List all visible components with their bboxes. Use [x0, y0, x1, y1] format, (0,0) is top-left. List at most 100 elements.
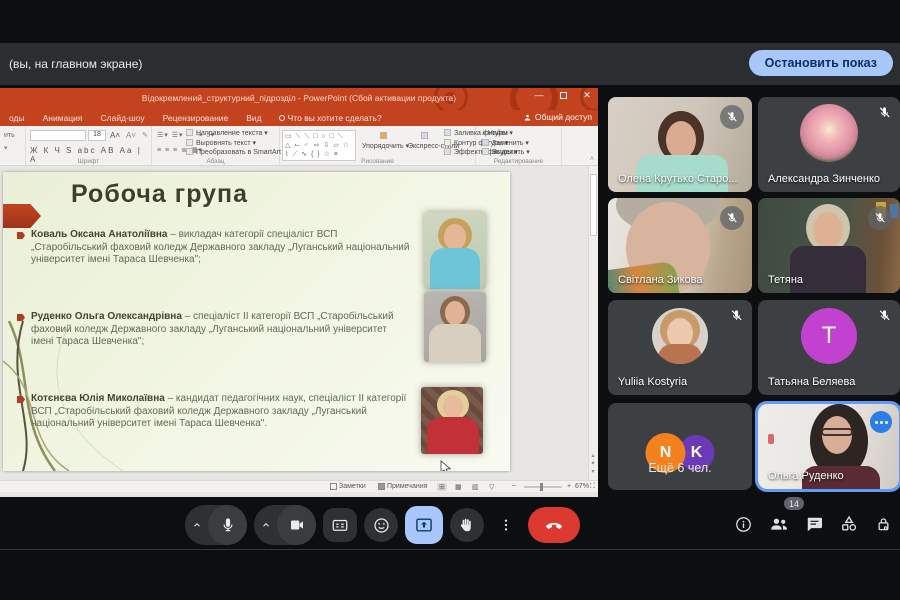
raise-hand-button[interactable]	[450, 508, 484, 542]
grow-font-icon[interactable]: А˄	[110, 131, 120, 140]
camera-button[interactable]	[254, 505, 316, 545]
tab-animation[interactable]: Анимация	[34, 113, 92, 123]
overflow-tile-more-people[interactable]: N K Ещё 6 чел.	[608, 403, 752, 490]
slide-bullet-2: Руденко Ольга Олександрівна – спеціаліст…	[17, 311, 412, 349]
camera-options-chevron[interactable]	[254, 519, 277, 531]
ribbon-tab-bar: оды Анимация Слайд-шоу Рецензирование Ви…	[0, 110, 598, 126]
present-button-active[interactable]	[405, 506, 443, 544]
chat-button[interactable]	[805, 515, 824, 539]
photo-kotenieva	[421, 387, 483, 454]
end-call-icon	[544, 515, 564, 535]
activities-button[interactable]	[839, 514, 859, 539]
vertical-scrollbar[interactable]: ▴✦▾	[588, 166, 598, 480]
shrink-font-icon[interactable]: А˅	[126, 131, 136, 140]
ribbon: ить ▾ 18 А˄ А˅ ✎ Ж К Ч S abc АВ Аа | А Ш…	[0, 126, 598, 166]
stop-presenting-button[interactable]: Остановить показ	[749, 50, 893, 76]
bottom-divider	[0, 549, 900, 550]
mic-off-icon	[729, 308, 744, 323]
participant-name: Татьяна Беляева	[768, 376, 855, 388]
select-button[interactable]: Выделить ▾	[482, 148, 530, 158]
participant-tile-svitlana[interactable]: Світлана Зикова	[608, 198, 752, 293]
host-controls-button[interactable]	[874, 515, 893, 539]
people-icon	[768, 513, 790, 535]
quick-styles-button[interactable]: Экспресс-стили	[408, 132, 444, 151]
minimize-icon[interactable]: —	[532, 90, 546, 101]
mic-button[interactable]	[185, 505, 247, 545]
rose-avatar	[800, 104, 858, 162]
participant-name: Yuliia Kostyria	[618, 376, 687, 388]
powerpoint-titlebar: Відокремлений_структурний_підрозділ - Po…	[0, 88, 598, 110]
mic-off-icon	[868, 206, 892, 230]
participant-tile-yuliia[interactable]: Yuliia Kostyria	[608, 300, 752, 395]
participant-tile-aleksandra[interactable]: Александра Зинченко	[758, 97, 900, 192]
replace-button[interactable]: Заменить ▾	[482, 139, 530, 149]
close-icon[interactable]: ✕	[580, 90, 594, 101]
slide-bullet-1: Коваль Оксана Анатоліївна – викладач кат…	[17, 229, 412, 267]
hand-icon	[458, 516, 476, 534]
meet-window: (вы, на главном экране) Остановить показ…	[0, 0, 900, 600]
arrange-button[interactable]: Упорядочить ▾	[362, 132, 408, 151]
font-name-box[interactable]	[30, 130, 86, 141]
align-text-button[interactable]: Выровнять текст ▾	[186, 139, 286, 149]
font-size-box[interactable]: 18	[88, 130, 106, 141]
shapes-gallery[interactable]: ▭ ⟍ ⟍ □ ○ □ ⟍ △ ⌙ ⌏ ⇨ ⇩ ▱ ☆ ⌇ ⟋ ∿ { } ☆ …	[282, 130, 356, 161]
zoom-in-icon[interactable]: +	[567, 483, 571, 490]
drawing-group: ▭ ⟍ ⟍ □ ○ □ ⟍ △ ⌙ ⌏ ⇨ ⇩ ▱ ☆ ⌇ ⟋ ∿ { } ☆ …	[280, 126, 476, 166]
comments-toggle[interactable]: Примечания	[378, 483, 427, 490]
present-icon	[414, 515, 434, 535]
leave-call-button[interactable]	[528, 507, 580, 543]
camera-icon	[288, 516, 306, 534]
meeting-details-button[interactable]	[734, 515, 753, 539]
photo-rudenko	[424, 292, 486, 362]
tab-transitions-partial[interactable]: оды	[0, 113, 34, 123]
show-people-button[interactable]	[768, 513, 790, 540]
view-reading-icon[interactable]: ▥	[472, 483, 479, 491]
text-direction-button[interactable]: Направление текста ▾	[186, 129, 286, 139]
restore-icon[interactable]	[556, 90, 570, 101]
photo-avatar	[652, 308, 708, 364]
participant-tile-olena[interactable]: Олена Крутько Старо...	[608, 97, 752, 192]
more-people-label: Ещё 6 чел.	[608, 461, 752, 475]
mic-off-icon	[877, 308, 892, 323]
captions-button[interactable]	[323, 508, 357, 542]
collapse-ribbon-icon[interactable]: ˄	[590, 156, 594, 163]
participant-tile-tatiana[interactable]: T Татьяна Беляева	[758, 300, 900, 395]
share-document-button[interactable]: Общий доступ	[523, 112, 592, 122]
participant-name: Світлана Зикова	[618, 274, 703, 286]
clear-format-icon[interactable]: ✎	[142, 131, 148, 139]
ribbon-left-fragment: ить ▾	[0, 126, 26, 166]
slide-canvas: Робоча група Коваль Оксана Анатоліївна –…	[3, 172, 510, 471]
more-options-button[interactable]	[491, 508, 521, 542]
title-arrow-shape	[3, 204, 41, 228]
scrollbar-thumb[interactable]	[590, 174, 597, 236]
presenting-banner: (вы, на главном экране) Остановить показ	[0, 43, 900, 85]
view-slideshow-icon[interactable]: ▽	[489, 483, 494, 491]
meet-control-bar: 14	[0, 497, 900, 549]
tab-review[interactable]: Рецензирование	[154, 113, 238, 123]
tell-me-box[interactable]: Что вы хотите сделать?	[271, 113, 382, 123]
view-normal-icon[interactable]: ⊞	[437, 483, 447, 491]
tab-view[interactable]: Вид	[237, 113, 270, 123]
find-button[interactable]: ⌕ Найти	[482, 129, 530, 139]
mic-icon	[219, 516, 237, 534]
tile-options-button[interactable]	[870, 411, 892, 433]
view-sorter-icon[interactable]: ▦	[455, 483, 462, 491]
convert-smartart-button[interactable]: Преобразовать в SmartArt ▾	[186, 148, 286, 158]
shared-screen-powerpoint: Відокремлений_структурний_підрозділ - Po…	[0, 88, 598, 497]
fit-slide-icon[interactable]: ⛶	[590, 483, 595, 491]
participant-tile-tetiana[interactable]: Тетяна	[758, 198, 900, 293]
slide-bullet-3: Котєнєва Юлія Миколаївна – кандидат педа…	[17, 393, 412, 431]
mic-options-chevron[interactable]	[185, 519, 208, 531]
participant-tile-olga-active[interactable]: Ольга Руденко	[755, 401, 900, 492]
tab-slideshow[interactable]: Слайд-шоу	[92, 113, 154, 123]
zoom-slider[interactable]	[524, 486, 562, 488]
participant-name: Александра Зинченко	[768, 173, 880, 185]
zoom-slider-thumb[interactable]	[540, 483, 543, 491]
zoom-out-icon[interactable]: −	[512, 483, 516, 490]
mouse-cursor	[440, 460, 454, 471]
reactions-button[interactable]	[364, 508, 398, 542]
notes-toggle[interactable]: Заметки	[330, 483, 366, 490]
person-icon	[523, 113, 532, 122]
prev-next-slide-buttons[interactable]: ▴✦▾	[589, 452, 597, 476]
font-group: 18 А˄ А˅ ✎ Ж К Ч S abc АВ Аа | А Шрифт	[26, 126, 152, 166]
